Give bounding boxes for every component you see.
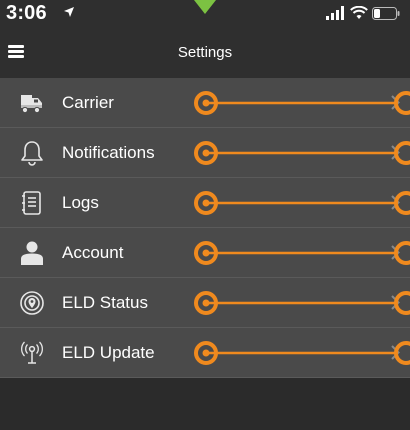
settings-item-label: Carrier [62,93,114,112]
settings-item-carrier[interactable]: Carrier [0,78,410,128]
annotation-marker [194,291,410,315]
chevron-right-icon [391,95,400,110]
chevron-right-icon [391,295,400,310]
annotation-marker [194,141,410,165]
indicator-arrow-icon [194,0,216,14]
settings-item-label: Logs [62,193,99,212]
settings-list: Carrier Notifications Logs Account ELD S… [0,78,410,378]
truck-icon [21,95,42,114]
location-arrow-icon [64,7,74,17]
status-time: 3:06 [6,2,47,24]
annotation-marker [194,191,410,215]
logbook-icon [22,191,41,215]
chevron-right-icon [391,245,400,260]
chevron-right-icon [391,195,400,210]
settings-item-label: ELD Update [62,343,155,362]
empty-area [0,382,410,430]
status-bar: 3:06 [0,0,410,28]
annotation-marker [194,91,410,115]
cellular-signal-icon [326,6,344,20]
settings-item-notifications[interactable]: Notifications [0,128,410,178]
settings-item-label: Account [62,243,124,262]
settings-item-label: ELD Status [62,293,148,312]
navigation-bar: Settings [0,28,410,78]
person-icon [21,241,43,265]
eld-status-icon [20,291,44,315]
settings-item-logs[interactable]: Logs [0,178,410,228]
antenna-icon [20,341,44,364]
settings-item-eld-status[interactable]: ELD Status [0,278,410,328]
battery-icon [372,7,400,20]
annotation-marker [194,341,410,365]
chevron-right-icon [391,345,400,360]
page-title: Settings [177,44,233,61]
settings-item-eld-update[interactable]: ELD Update [0,328,410,378]
settings-item-label: Notifications [62,143,155,162]
bell-icon [21,141,43,166]
annotation-marker [194,241,410,265]
settings-item-account[interactable]: Account [0,228,410,278]
wifi-icon [350,6,368,19]
chevron-right-icon [391,145,400,160]
status-icons [326,6,400,24]
